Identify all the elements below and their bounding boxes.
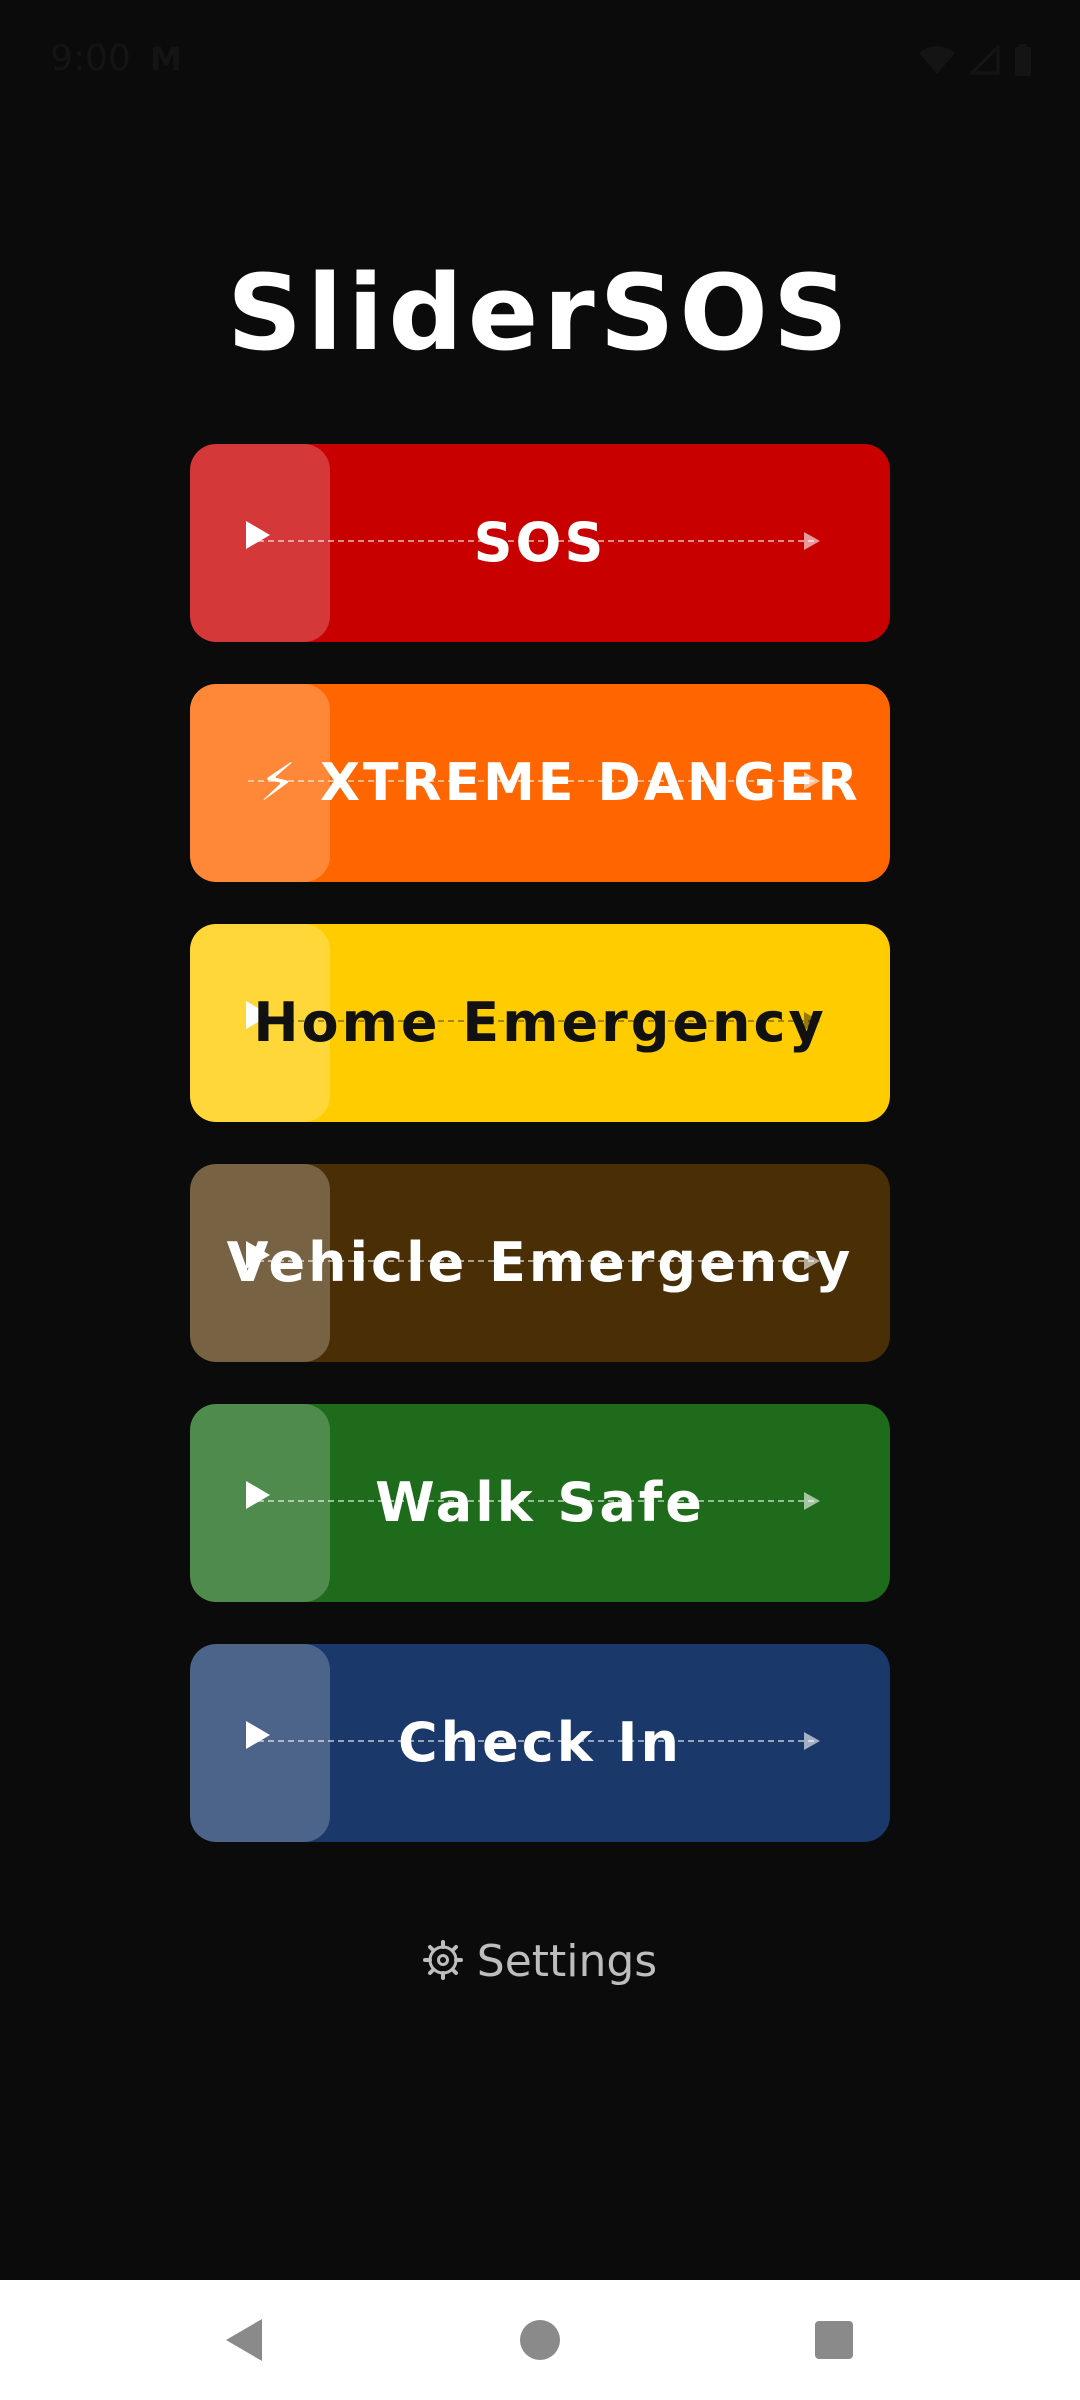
status-time: 9:00 (50, 38, 131, 79)
slider-label: Walk Safe (375, 1471, 705, 1534)
system-navigation-bar (0, 2280, 1080, 2400)
slider-check-in[interactable]: Check In (190, 1644, 890, 1842)
slider-label: Vehicle Emergency (226, 1231, 854, 1294)
settings-button[interactable]: Settings (0, 1936, 1080, 1991)
notification-app-icon: M (150, 40, 182, 78)
home-circle-icon[interactable] (520, 2320, 560, 2360)
slider-home-emergency[interactable]: Home Emergency (190, 924, 890, 1122)
battery-icon (1015, 44, 1031, 76)
app-title: SliderSOS (227, 252, 853, 374)
status-bar: 9:00 M (0, 0, 1080, 120)
slider-label: Home Emergency (253, 991, 827, 1054)
signal-icon (970, 45, 1000, 75)
wifi-icon (919, 46, 955, 74)
slider-walk-safe[interactable]: Walk Safe (190, 1404, 890, 1602)
settings-label: Settings (476, 1936, 658, 1987)
gear-icon (422, 1940, 463, 1991)
back-triangle-icon[interactable] (226, 2319, 262, 2361)
slider-label: SOS (473, 511, 607, 574)
slider-xtreme-danger[interactable]: ⚡ XTREME DANGER (190, 684, 890, 882)
slider-label: ⚡ XTREME DANGER (259, 753, 861, 813)
slider-label: Check In (398, 1711, 682, 1774)
slider-sos[interactable]: SOS (190, 444, 890, 642)
slider-vehicle-emergency[interactable]: Vehicle Emergency (190, 1164, 890, 1362)
recents-square-icon[interactable] (815, 2321, 853, 2359)
app-screen: 9:00 M SliderSOS SOS ⚡ XTREME DANGER Hom… (0, 0, 1080, 2400)
status-icons (918, 44, 1032, 76)
